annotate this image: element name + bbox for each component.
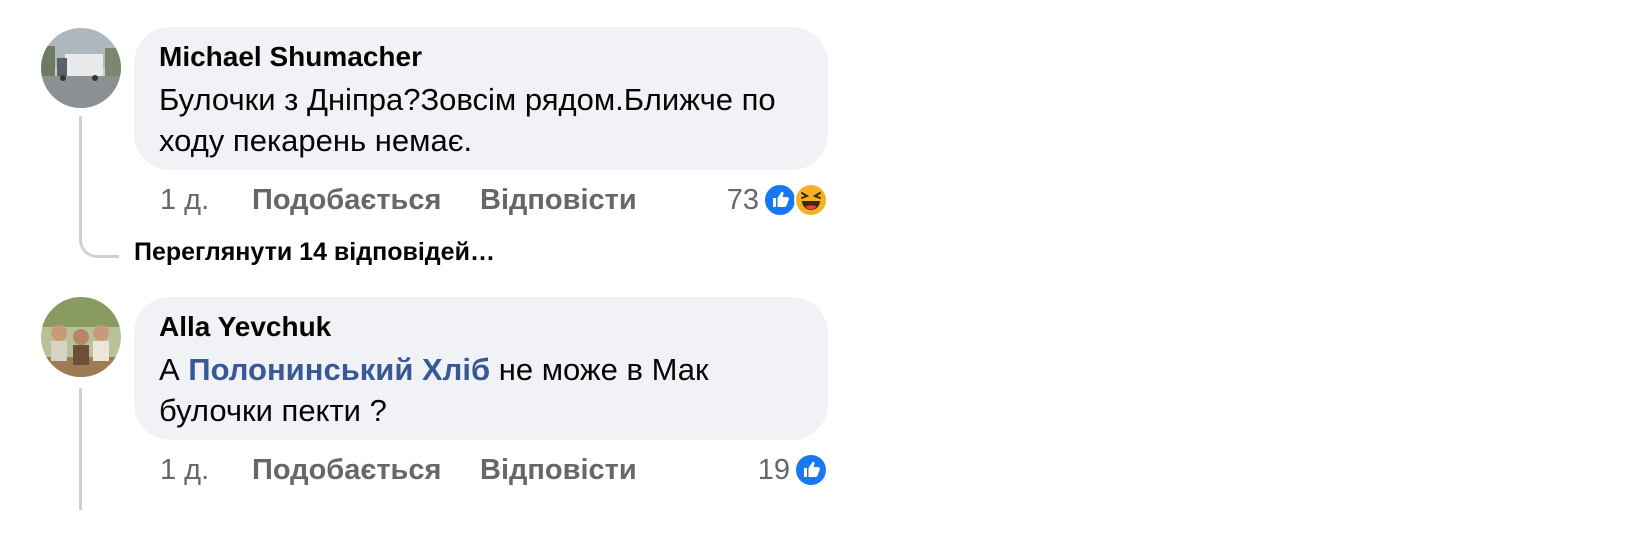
reply-button[interactable]: Відповісти bbox=[480, 450, 637, 490]
comment-timestamp[interactable]: 1 д. bbox=[160, 450, 209, 490]
comment-author[interactable]: Alla Yevchuk bbox=[159, 311, 802, 343]
comment-text: А Полонинський Хліб не може в Мак булочк… bbox=[159, 349, 802, 431]
comment-bubble: Alla Yevchuk А Полонинський Хліб не може… bbox=[134, 297, 828, 440]
avatar-photo-group bbox=[41, 297, 121, 377]
comment-text-before: А bbox=[159, 352, 189, 387]
comment-actions: 1 д. Подобається Відповісти 19 bbox=[160, 450, 828, 490]
comment: Alla Yevchuk А Полонинський Хліб не може… bbox=[0, 0, 900, 558]
like-icon bbox=[794, 453, 828, 487]
like-button[interactable]: Подобається bbox=[252, 450, 441, 490]
mention-link[interactable]: Полонинський Хліб bbox=[188, 352, 490, 387]
reaction-count: 19 bbox=[757, 454, 790, 486]
avatar[interactable] bbox=[41, 297, 121, 377]
reactions-summary[interactable]: 19 bbox=[758, 450, 828, 490]
